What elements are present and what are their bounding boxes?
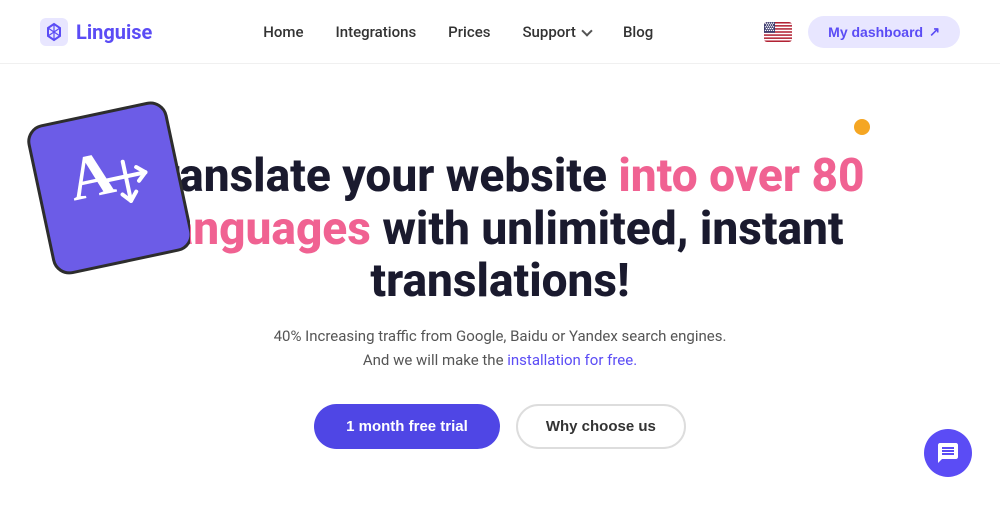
navbar: Linguise Home Integrations Prices Suppor… (0, 0, 1000, 64)
nav-right: My dashboard ↗ (764, 16, 960, 48)
nav-item-prices[interactable]: Prices (448, 22, 490, 41)
hero-title-part3: with unlimited, instant translations! (370, 202, 843, 309)
nav-item-support[interactable]: Support (522, 23, 590, 41)
installation-link[interactable]: installation for free. (507, 351, 637, 369)
logo-link[interactable]: Linguise (40, 18, 152, 46)
chat-button[interactable] (924, 429, 972, 477)
hero-buttons: 1 month free trial Why choose us (314, 404, 686, 449)
dashboard-button[interactable]: My dashboard ↗ (808, 16, 960, 48)
hero-subtitle-line2: And we will make the (363, 351, 507, 369)
hero-section: A Translate your website into over 80 la… (0, 64, 1000, 505)
logo-text: Linguise (76, 20, 152, 44)
orange-dot-decoration (854, 119, 870, 135)
nav-item-blog[interactable]: Blog (623, 22, 653, 41)
nav-links: Home Integrations Prices Support Blog (263, 22, 653, 41)
nav-item-home[interactable]: Home (263, 22, 303, 41)
support-dropdown-icon (581, 25, 592, 36)
why-choose-us-button[interactable]: Why choose us (516, 404, 686, 449)
chat-icon (936, 441, 960, 465)
external-link-icon: ↗ (929, 24, 940, 40)
translation-card-illustration: A (10, 94, 190, 283)
hero-title: Translate your website into over 80 lang… (110, 150, 890, 309)
free-trial-button[interactable]: 1 month free trial (314, 404, 500, 449)
hero-subtitle: 40% Increasing traffic from Google, Baid… (274, 324, 727, 372)
nav-item-integrations[interactable]: Integrations (336, 22, 417, 41)
logo-icon (40, 18, 68, 46)
hero-subtitle-line1: 40% Increasing traffic from Google, Baid… (274, 327, 727, 345)
dashboard-label: My dashboard (828, 24, 923, 40)
hero-title-part1: Translate your website (135, 149, 618, 203)
language-flag[interactable] (764, 22, 792, 42)
